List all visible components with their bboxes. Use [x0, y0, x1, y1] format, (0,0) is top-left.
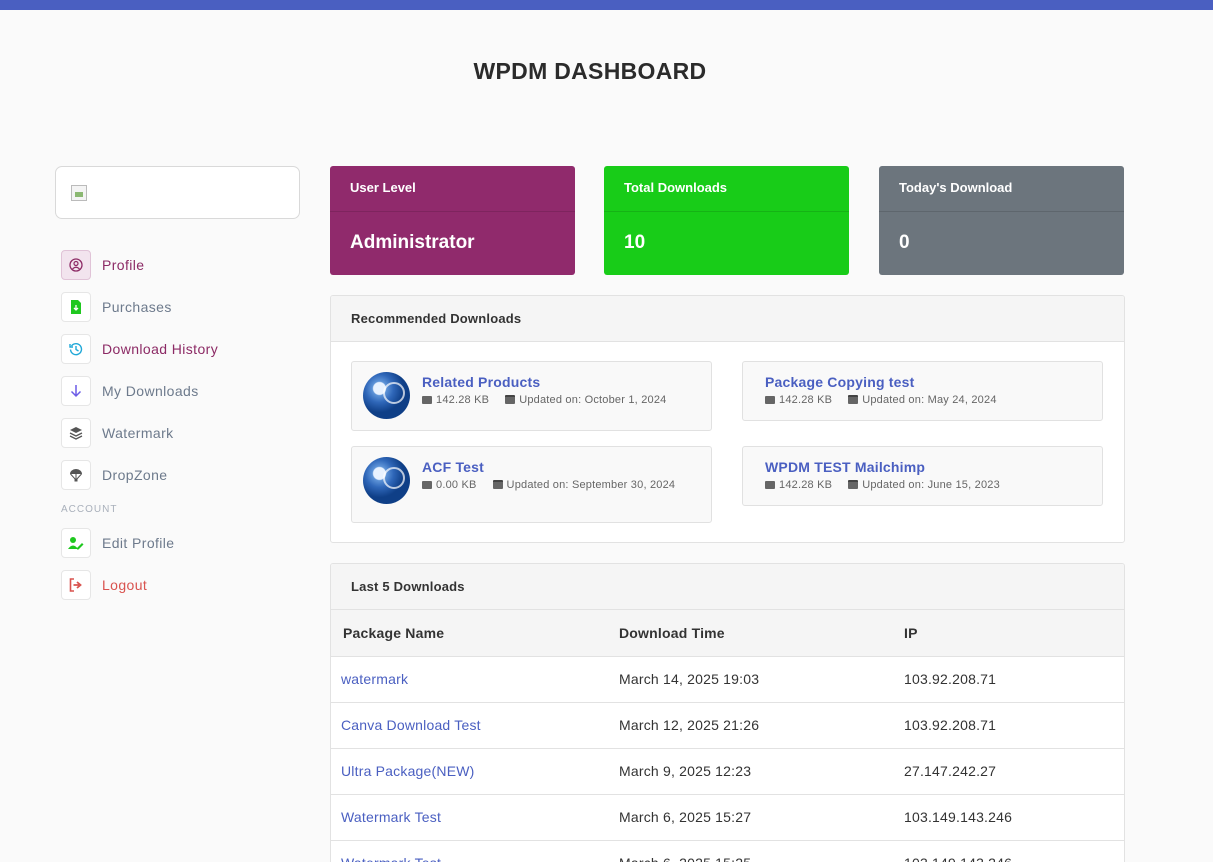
hdd-icon: [765, 396, 775, 404]
arrow-down-icon: [61, 376, 91, 406]
sidebar-item-profile[interactable]: Profile: [61, 244, 301, 286]
package-name-link[interactable]: Watermark Test: [331, 840, 619, 862]
package-size: 142.28 KB: [779, 479, 833, 491]
downloads-table: Package Name Download Time IP watermark …: [331, 610, 1124, 862]
sign-out-icon: [61, 570, 91, 600]
profile-image-box: [55, 166, 300, 219]
table-row: Watermark Test March 6, 2025 15:27 103.1…: [331, 794, 1124, 841]
calendar-icon: [492, 480, 503, 489]
package-title-link[interactable]: ACF Test: [422, 459, 484, 475]
sidebar-item-logout[interactable]: Logout: [61, 564, 301, 606]
package-name-link[interactable]: watermark: [331, 656, 619, 703]
broken-image-icon: [71, 185, 87, 201]
calendar-icon: [848, 480, 859, 489]
hdd-icon: [765, 481, 775, 489]
package-meta: 142.28 KB Updated on: June 15, 2023: [765, 477, 1085, 494]
stat-card-total-downloads: Total Downloads 10: [604, 166, 849, 275]
table-row: Canva Download Test March 12, 2025 21:26…: [331, 702, 1124, 749]
package-updated: Updated on: June 15, 2023: [862, 479, 1000, 491]
ip-address: 103.92.208.71: [904, 702, 1124, 749]
column-header: Download Time: [619, 610, 904, 657]
download-time: March 14, 2025 19:03: [619, 656, 904, 703]
layers-icon: [61, 418, 91, 448]
stat-value: 10: [624, 232, 646, 253]
package-meta: 142.28 KB Updated on: October 1, 2024: [422, 392, 702, 409]
ip-address: 103.149.143.246: [904, 840, 1124, 862]
sidebar-item-label: DropZone: [102, 467, 168, 483]
package-name-link[interactable]: Watermark Test: [331, 794, 619, 841]
sidebar-item-label: Profile: [102, 257, 145, 273]
download-time: March 6, 2025 15:27: [619, 794, 904, 841]
sidebar-item-label: Edit Profile: [102, 535, 175, 551]
package-updated: Updated on: May 24, 2024: [862, 394, 997, 406]
hdd-icon: [422, 481, 432, 489]
ip-address: 27.147.242.27: [904, 748, 1124, 795]
package-title-link[interactable]: Package Copying test: [765, 374, 915, 390]
package-title-link[interactable]: WPDM TEST Mailchimp: [765, 459, 925, 475]
panel-title: Last 5 Downloads: [331, 564, 1124, 610]
package-card[interactable]: Package Copying test 142.28 KB Updated on…: [742, 361, 1103, 421]
stat-card-todays-download: Today's Download 0: [879, 166, 1124, 275]
column-header: Package Name: [331, 610, 619, 657]
stat-label: Total Downloads: [604, 166, 849, 212]
sidebar-item-dropzone[interactable]: DropZone: [61, 454, 301, 496]
user-circle-icon: [61, 250, 91, 280]
download-time: March 9, 2025 12:23: [619, 748, 904, 795]
download-time: March 6, 2025 15:25: [619, 840, 904, 862]
sidebar-item-my-downloads[interactable]: My Downloads: [61, 370, 301, 412]
column-header: IP: [904, 610, 1124, 657]
sidebar-item-label: My Downloads: [102, 383, 199, 399]
parachute-icon: [61, 460, 91, 490]
account-section-label: ACCOUNT: [61, 504, 118, 515]
user-edit-icon: [61, 528, 91, 558]
history-icon: [61, 334, 91, 364]
package-card[interactable]: ACF Test 0.00 KB Updated on: September 30…: [351, 446, 712, 523]
package-name-link[interactable]: Ultra Package(NEW): [331, 748, 619, 795]
stat-value: Administrator: [350, 232, 475, 253]
package-updated: Updated on: October 1, 2024: [519, 394, 667, 406]
package-thumbnail: [363, 457, 410, 504]
file-download-icon: [61, 292, 91, 322]
package-size: 142.28 KB: [779, 394, 833, 406]
package-meta: 0.00 KB Updated on: September 30, 2024: [422, 477, 692, 494]
sidebar-item-label: Watermark: [102, 425, 174, 441]
sidebar-item-purchases[interactable]: Purchases: [61, 286, 301, 328]
calendar-icon: [848, 395, 859, 404]
package-title-link[interactable]: Related Products: [422, 374, 540, 390]
package-size: 0.00 KB: [436, 479, 477, 491]
last-downloads-panel: Last 5 Downloads Package Name Download T…: [330, 563, 1125, 862]
stat-card-user-level: User Level Administrator: [330, 166, 575, 275]
stat-label: User Level: [330, 166, 575, 212]
table-row: Watermark Test March 6, 2025 15:25 103.1…: [331, 840, 1124, 862]
package-size: 142.28 KB: [436, 394, 490, 406]
calendar-icon: [505, 395, 516, 404]
sidebar-item-download-history[interactable]: Download History: [61, 328, 301, 370]
page-title: WPDM DASHBOARD: [473, 58, 707, 84]
hdd-icon: [422, 396, 432, 404]
table-row: watermark March 14, 2025 19:03 103.92.20…: [331, 656, 1124, 703]
stat-label: Today's Download: [879, 166, 1124, 212]
package-card[interactable]: WPDM TEST Mailchimp 142.28 KB Updated on:…: [742, 446, 1103, 506]
package-updated: Updated on: September 30, 2024: [506, 479, 676, 491]
package-meta: 142.28 KB Updated on: May 24, 2024: [765, 392, 1085, 409]
package-name-link[interactable]: Canva Download Test: [331, 702, 619, 749]
ip-address: 103.149.143.246: [904, 794, 1124, 841]
table-header-row: Package Name Download Time IP: [331, 610, 1124, 657]
recommended-downloads-panel: Recommended Downloads Related Products 1…: [330, 295, 1125, 543]
download-time: March 12, 2025 21:26: [619, 702, 904, 749]
sidebar-item-label: Purchases: [102, 299, 172, 315]
sidebar-nav: Profile Purchases Download History My Do…: [61, 244, 301, 606]
package-thumbnail: [363, 372, 410, 419]
ip-address: 103.92.208.71: [904, 656, 1124, 703]
sidebar-item-label: Download History: [102, 341, 219, 357]
table-row: Ultra Package(NEW) March 9, 2025 12:23 2…: [331, 748, 1124, 795]
sidebar-item-edit-profile[interactable]: Edit Profile: [61, 522, 301, 564]
sidebar-item-watermark[interactable]: Watermark: [61, 412, 301, 454]
top-accent-bar: [0, 0, 1213, 10]
sidebar-item-label: Logout: [102, 577, 148, 593]
stat-value: 0: [899, 232, 910, 253]
package-card[interactable]: Related Products 142.28 KB Updated on: Oc…: [351, 361, 712, 431]
panel-title: Recommended Downloads: [331, 296, 1124, 342]
